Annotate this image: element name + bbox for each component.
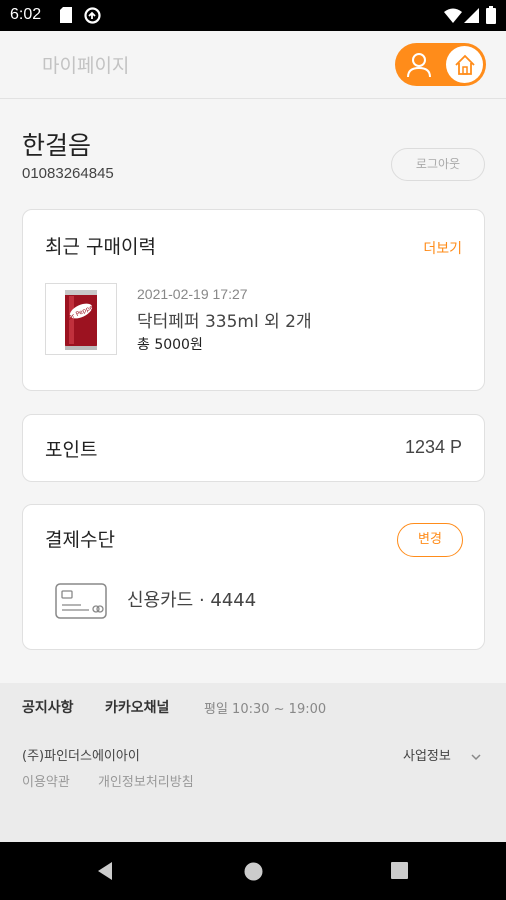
terms-link[interactable]: 이용약관 xyxy=(22,771,70,790)
home-icon[interactable] xyxy=(454,54,476,80)
privacy-policy-link[interactable]: 개인정보처리방침 xyxy=(98,771,194,790)
kakao-channel-link[interactable]: 카카오채널 xyxy=(105,697,169,717)
payment-card: 결제수단 변경 신용카드 · 4444 xyxy=(22,504,485,650)
status-time: 6:02 xyxy=(10,6,42,23)
change-payment-button[interactable]: 변경 xyxy=(397,523,463,557)
notice-link[interactable]: 공지사항 xyxy=(22,697,74,717)
company-name: (주)파인더스에이아이 xyxy=(22,749,140,764)
purchase-date: 2021-02-19 17:27 xyxy=(137,286,248,302)
credit-card-icon xyxy=(55,583,107,623)
points-card[interactable]: 포인트 1234 P xyxy=(22,414,485,482)
business-hours: 평일 10:30 ~ 19:00 xyxy=(204,702,327,717)
footer: 공지사항 카카오채널 평일 10:30 ~ 19:00 (주)파인더스에이아이 … xyxy=(0,683,506,842)
points-label: 포인트 xyxy=(45,439,98,461)
toggle-knob[interactable] xyxy=(446,46,483,83)
product-image[interactable]: Dr Pepper xyxy=(45,283,117,355)
purchase-total: 총 5000원 xyxy=(137,337,203,353)
page-title: 마이페이지 xyxy=(42,55,130,77)
home-nav-icon[interactable] xyxy=(244,862,263,885)
recent-purchase-title: 최근 구매이력 xyxy=(45,236,156,258)
more-link[interactable]: 더보기 xyxy=(423,238,462,258)
points-value: 1234 P xyxy=(404,437,462,457)
signal-icon xyxy=(464,8,479,27)
logout-button[interactable]: 로그아웃 xyxy=(391,148,485,181)
purchase-item-name: 닥터페퍼 335ml 외 2개 xyxy=(137,312,312,332)
user-icon[interactable] xyxy=(407,52,431,82)
profile-section: 한걸음 01083264845 로그아웃 xyxy=(0,100,506,200)
wifi-icon xyxy=(444,8,462,27)
payment-title: 결제수단 xyxy=(45,529,115,551)
user-phone: 01083264845 xyxy=(22,165,114,182)
system-nav-bar xyxy=(0,842,506,900)
battery-icon xyxy=(486,6,496,28)
app-header: 마이페이지 xyxy=(0,31,506,99)
user-name: 한걸음 xyxy=(22,131,92,160)
data-saver-icon xyxy=(84,7,101,28)
back-icon[interactable] xyxy=(96,861,114,885)
status-bar: 6:02 xyxy=(0,0,506,31)
recent-purchase-card: 최근 구매이력 더보기 Dr Pepper 2021-02-19 17:27 닥… xyxy=(22,209,485,391)
payment-method: 신용카드 · 4444 xyxy=(127,590,257,611)
chevron-down-icon[interactable] xyxy=(470,747,482,766)
sim-card-icon xyxy=(60,7,72,27)
business-info-toggle[interactable]: 사업정보 xyxy=(403,745,451,764)
recents-icon[interactable] xyxy=(391,862,408,883)
mode-toggle[interactable] xyxy=(395,43,486,86)
